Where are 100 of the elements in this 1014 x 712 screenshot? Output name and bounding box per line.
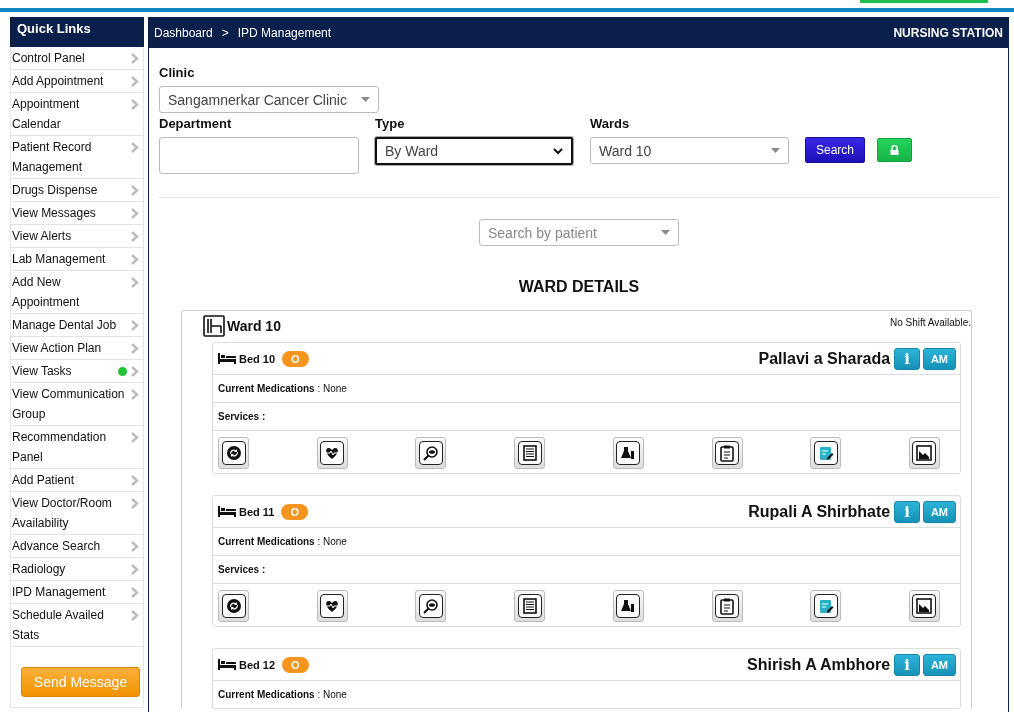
circle-arrows-icon: [221, 441, 246, 465]
chevron-icon: [131, 207, 139, 219]
service-button[interactable]: [218, 437, 249, 469]
service-button[interactable]: [810, 590, 842, 622]
service-button[interactable]: [711, 437, 743, 469]
chevron-icon: [131, 388, 139, 400]
lock-button[interactable]: [877, 138, 913, 162]
service-button[interactable]: [514, 590, 546, 622]
sidebar-link[interactable]: Advance Search: [11, 535, 143, 558]
breadcrumb-link[interactable]: IPD Management: [237, 26, 332, 40]
clinic-select[interactable]: Sangamnerkar Cancer Clinic: [159, 86, 379, 113]
chevron-icon: [131, 319, 139, 331]
service-button[interactable]: [218, 590, 249, 622]
status-badge: O: [282, 656, 309, 673]
bed-icon: [218, 353, 236, 364]
service-button[interactable]: [514, 437, 546, 469]
chevron-icon: [131, 184, 139, 196]
heart-pulse-icon: [320, 441, 345, 465]
patient-name: Pallavi a Sharada: [758, 349, 891, 368]
sidebar-link[interactable]: Schedule Availed Stats: [11, 604, 143, 647]
service-button[interactable]: [908, 437, 940, 469]
chevron-icon: [131, 586, 139, 598]
service-button[interactable]: [810, 437, 842, 469]
sidebar-link[interactable]: Control Panel: [11, 47, 143, 70]
sidebar-link[interactable]: View Alerts: [11, 225, 143, 248]
magnifier-icon: [418, 441, 443, 465]
bed-number: Bed 10: [239, 352, 276, 365]
note-edit-icon: [813, 594, 838, 618]
chevron-icon: [131, 230, 139, 242]
service-button[interactable]: [612, 437, 644, 469]
search-button[interactable]: Search: [805, 137, 866, 163]
sidebar-link[interactable]: View Tasks: [11, 360, 143, 383]
chevron-icon: [131, 431, 139, 443]
sidebar-link[interactable]: View Doctor/Room Availability: [11, 492, 143, 535]
chevron-icon: [131, 609, 139, 621]
clipboard-icon: [715, 441, 739, 465]
service-button[interactable]: [415, 590, 447, 622]
heart-pulse-icon: [320, 594, 345, 618]
chevron-icon: [131, 474, 139, 486]
field-label: Department: [159, 116, 233, 131]
flask-icon: [616, 594, 641, 618]
bed-number: Bed 11: [239, 505, 275, 518]
bed-icon: [218, 659, 236, 670]
service-button[interactable]: [316, 590, 348, 622]
sidebar-link[interactable]: Manage Dental Job: [11, 314, 143, 337]
status-badge: O: [281, 503, 309, 520]
breadcrumb-link[interactable]: Dashboard: [154, 26, 213, 40]
patient-name: Shirish A Ambhore: [747, 655, 891, 674]
sidebar-link[interactable]: View Messages: [11, 202, 143, 225]
patient-search-select[interactable]: Search by patient: [479, 219, 679, 246]
chevron-icon: [131, 253, 139, 265]
current-medications: Current Medications : None: [218, 536, 347, 547]
sidebar-link[interactable]: Drugs Dispense: [11, 179, 143, 202]
status-badge: O: [282, 350, 309, 367]
field-label: Clinic: [159, 65, 196, 80]
ward-icon: [203, 315, 225, 337]
chevron-icon: [131, 276, 139, 288]
sidebar-title: Quick Links: [10, 17, 144, 47]
sidebar-link[interactable]: Recommendation Panel: [11, 426, 143, 469]
section-title: WARD DETAILS: [517, 278, 641, 296]
department-field[interactable]: [159, 137, 359, 174]
sidebar-link[interactable]: Lab Management: [11, 248, 143, 271]
current-medications: Current Medications : None: [218, 383, 347, 394]
service-button[interactable]: [415, 437, 447, 469]
flask-icon: [616, 441, 641, 465]
service-button[interactable]: [711, 590, 743, 622]
type-select[interactable]: By Ward: [375, 137, 573, 165]
services-label: Services :: [218, 564, 266, 575]
service-button[interactable]: [908, 590, 940, 622]
chevron-icon: [131, 563, 139, 575]
bed-number: Bed 12: [239, 658, 276, 671]
chart-icon: [912, 441, 937, 465]
chevron-icon: [131, 75, 139, 87]
patient-name: Rupali A Shirbhate: [748, 502, 891, 521]
sidebar-link[interactable]: Appointment Calendar: [11, 93, 143, 136]
sidebar-link[interactable]: Radiology: [11, 558, 143, 581]
field-label: Wards: [590, 116, 631, 131]
chevron-icon: [131, 365, 139, 377]
service-button[interactable]: [612, 590, 644, 622]
chevron-icon: [131, 497, 139, 509]
document-icon: [517, 594, 542, 618]
sidebar-link[interactable]: IPD Management: [11, 581, 143, 604]
caret-icon: [661, 230, 670, 235]
wards-select[interactable]: Ward 10: [590, 137, 789, 164]
sidebar-link[interactable]: Add Patient: [11, 469, 143, 492]
sidebar-link[interactable]: Add New Appointment: [11, 271, 143, 314]
sidebar-link[interactable]: Patient Record Management: [11, 136, 143, 179]
services-label: Services :: [218, 411, 266, 422]
breadcrumb-separator: >: [221, 26, 229, 40]
sidebar-link[interactable]: Add Appointment: [11, 70, 143, 93]
sidebar-link[interactable]: View Action Plan: [11, 337, 143, 360]
bed-icon: [218, 506, 236, 517]
service-button[interactable]: [316, 437, 348, 469]
station-title: NURSING STATION: [893, 26, 1003, 40]
magnifier-icon: [418, 594, 443, 618]
field-label: Type: [375, 116, 406, 131]
document-icon: [517, 441, 542, 465]
sidebar-link[interactable]: View Communication Group: [11, 383, 143, 426]
chevron-icon: [131, 342, 139, 354]
current-medications: Current Medications : None: [218, 689, 347, 700]
